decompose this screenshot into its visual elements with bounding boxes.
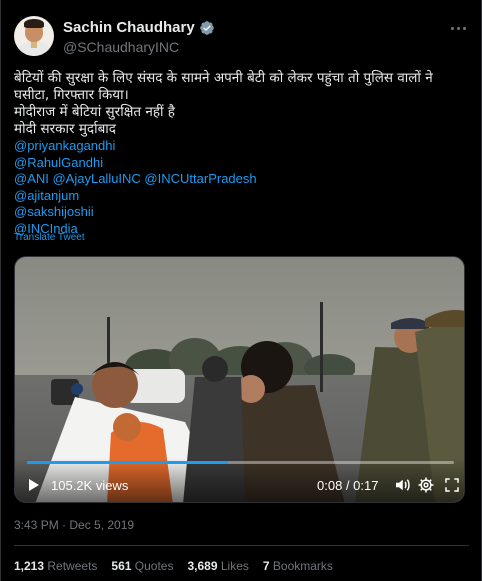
video-player[interactable]: 105.2K views 0:08 / 0:17	[14, 256, 465, 503]
volume-icon[interactable]	[393, 476, 411, 494]
divider	[14, 545, 469, 546]
mention-link[interactable]: @ajitanjum	[14, 188, 469, 205]
fullscreen-icon[interactable]	[443, 476, 461, 494]
retweets-count: 1,213	[14, 559, 45, 573]
more-icon[interactable]	[451, 23, 471, 33]
likes-stat[interactable]: 3,689 Likes	[187, 559, 248, 573]
translate-tweet-link[interactable]: Translate Tweet	[14, 232, 85, 243]
tweet-timestamp[interactable]: 3:43 PM · Dec 5, 2019	[14, 518, 134, 532]
avatar[interactable]	[14, 16, 54, 56]
quotes-count: 561	[111, 559, 132, 573]
mention-link[interactable]: @sakshijoshii	[14, 204, 469, 221]
bookmarks-stat[interactable]: 7 Bookmarks	[263, 559, 333, 573]
likes-count: 3,689	[187, 559, 218, 573]
author-display-name[interactable]: Sachin Chaudhary	[63, 19, 195, 36]
tweet-line: मोदीराज में बेटियां सुरक्षित नहीं है	[14, 104, 175, 120]
bookmarks-count: 7	[262, 559, 270, 573]
author-handle[interactable]: @SChaudharyINC	[63, 39, 179, 55]
mention-link[interactable]: @RahulGandhi	[14, 155, 469, 172]
tweet-line: घसीटा, गिरफ्तार किया।	[14, 87, 129, 103]
bookmarks-label: Bookmarks	[272, 559, 333, 573]
retweets-label: Retweets	[47, 559, 98, 573]
gear-icon[interactable]	[417, 476, 435, 494]
video-progress-bar[interactable]	[27, 461, 454, 464]
video-views: 105.2K views	[51, 478, 129, 493]
tweet-line: बेटियों की सुरक्षा के लिए संसद के सामने …	[14, 70, 433, 86]
quotes-stat[interactable]: 561 Quotes	[111, 559, 173, 573]
mention-link[interactable]: @priyankagandhi	[14, 138, 469, 155]
verified-badge-icon	[199, 20, 214, 35]
quotes-label: Quotes	[134, 559, 174, 573]
tweet-card: Sachin Chaudhary @SChaudharyINC बेटियों …	[0, 0, 482, 581]
video-time: 0:08 / 0:17	[317, 478, 379, 493]
author-name-row[interactable]: Sachin Chaudhary	[63, 19, 215, 36]
retweets-stat[interactable]: 1,213 Retweets	[14, 559, 97, 573]
tweet-stats: 1,213 Retweets 561 Quotes 3,689 Likes 7 …	[14, 559, 333, 573]
play-icon[interactable]	[29, 479, 39, 491]
mention-link[interactable]: @ANI @AjayLalluINC @INCUttarPradesh	[14, 171, 469, 188]
tweet-line: मोदी सरकार मुर्दाबाद	[14, 121, 116, 137]
tweet-text: बेटियों की सुरक्षा के लिए संसद के सामने …	[14, 70, 469, 237]
likes-label: Likes	[220, 559, 249, 573]
